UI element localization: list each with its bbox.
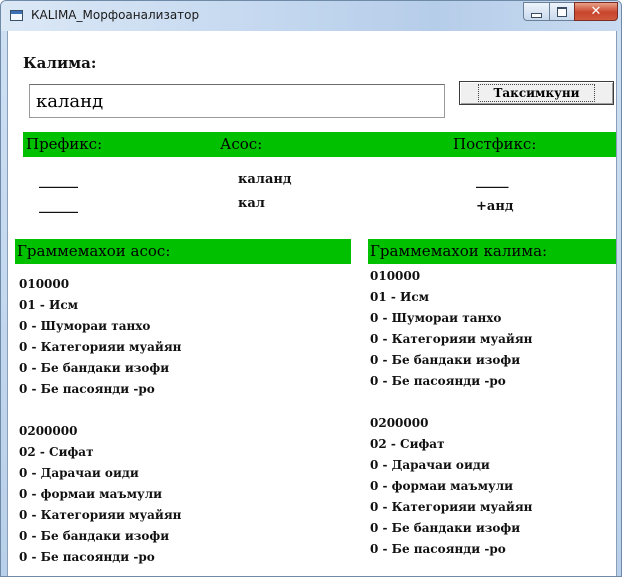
list-item: 0 - формаи маъмули [370,479,514,493]
postfix-value: _____ [476,174,509,189]
list-item: 02 - Сифат [19,445,94,459]
list-item: 0 - Бе бандаки изофи [19,361,170,375]
maximize-icon [557,6,567,17]
list-item: 010000 [19,277,70,291]
word-label: Калима: [23,54,97,72]
list-item: 010000 [370,269,421,283]
list-item: 0 - Категорияи муайян [370,332,533,346]
word-grammemes-list: 010000 01 - Исм 0 - Шумораи танхо 0 - Ка… [370,266,532,560]
list-item: 01 - Исм [19,298,79,312]
list-item: 0200000 [370,416,429,430]
list-item: 0 - Категорияи муайян [19,340,182,354]
list-item: 0 - Категорияи муайян [19,508,182,522]
minimize-button[interactable] [523,2,550,21]
postfix-value: +анд [476,199,514,214]
app-window: КАLIMA_Морфоанализатор ✕ Калима: Таксимк… [0,0,622,577]
list-item: 0 - Бе пасоянди -ро [370,542,506,556]
window-title: КАLIMA_Морфоанализатор [31,8,200,22]
analyze-button-label: Таксимкуни [478,84,595,102]
list-item: 01 - Исм [370,290,430,304]
stem-header: Асос: [220,135,263,153]
list-item: 0 - Бе бандаки изофи [370,353,521,367]
list-spacer [19,400,181,421]
stem-grammemes-header: Граммемахои асос: [17,242,171,260]
list-item: 02 - Сифат [370,437,445,451]
list-item: 0 - формаи маъмули [19,487,163,501]
stem-value: каланд [238,172,292,187]
list-item: 0 - Категорияи муайян [370,500,533,514]
list-item: 0 - Бе пасоянди -ро [370,374,506,388]
word-input[interactable] [29,84,445,118]
prefix-header: Префикс: [26,135,103,153]
title-bar[interactable]: КАLIMA_Морфоанализатор ✕ [1,1,621,31]
close-button[interactable]: ✕ [574,2,618,21]
list-item: 0200000 [19,424,78,438]
postfix-header: Постфикс: [453,135,537,153]
app-icon[interactable] [10,10,23,21]
list-item: 0 - Дарачаи оиди [370,458,490,472]
stem-value: кал [238,196,265,211]
stem-grammemes-list: 010000 01 - Исм 0 - Шумораи танхо 0 - Ка… [19,274,181,568]
close-icon: ✕ [590,4,602,19]
list-item: 0 - Бе бандаки изофи [370,521,521,535]
word-grammemes-header: Граммемахои калима: [370,242,548,260]
list-item: 0 - Дарачаи оиди [19,466,139,480]
list-item: 0 - Шумораи танхо [19,319,151,333]
list-item: 0 - Бе бандаки изофи [19,529,170,543]
minimize-icon [531,12,542,18]
prefix-value: ______ [39,174,78,189]
list-spacer [370,392,532,413]
list-item: 0 - Шумораи танхо [370,311,502,325]
prefix-value: ______ [39,199,78,214]
list-item: 0 - Бе пасоянди -ро [19,550,155,564]
maximize-button[interactable] [549,2,575,21]
list-item: 0 - Бе пасоянди -ро [19,382,155,396]
form-client-area: Калима: Таксимкуни Префикс: Асос: Постфи… [7,31,617,576]
analyze-button[interactable]: Таксимкуни [459,81,614,105]
